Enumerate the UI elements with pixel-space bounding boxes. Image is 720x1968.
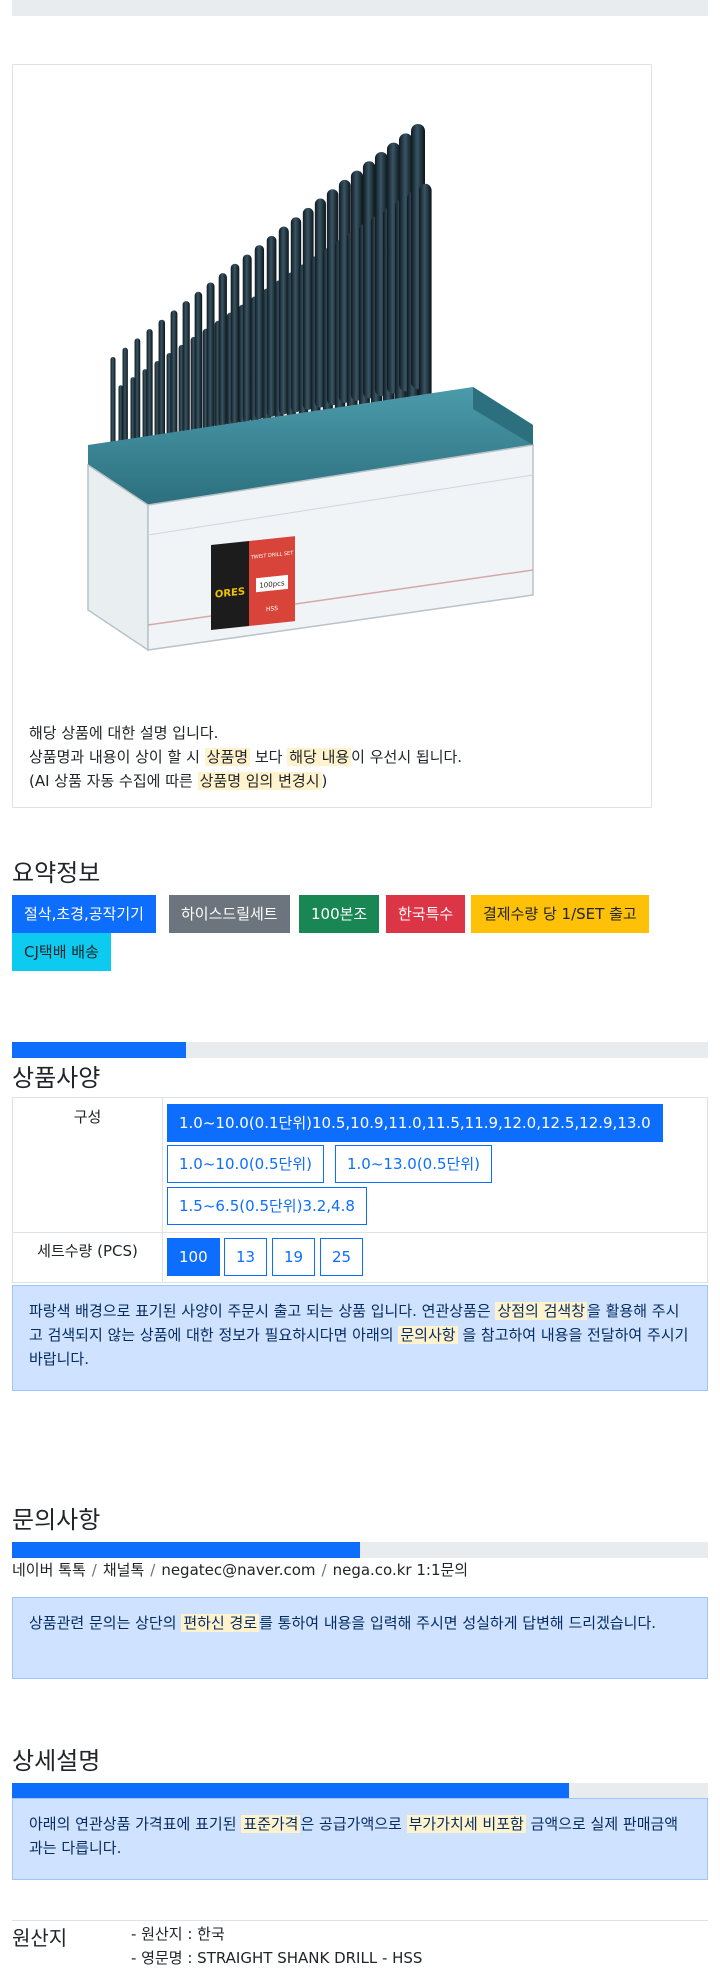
option-composition-1[interactable]: 1.0~10.0(0.1단위)10.5,10.9,11.0,11.5,11.9,…	[167, 1104, 663, 1142]
channel-email[interactable]: negatec@naver.com	[161, 1561, 315, 1579]
spec-progress-fill	[12, 1042, 186, 1058]
origin-divider	[12, 1920, 708, 1921]
origin-line-1: - 원산지 : 한국	[131, 1925, 225, 1943]
drill-bit	[146, 329, 153, 441]
highlight: 상품명 임의 변경시	[197, 772, 322, 790]
option-qty-25[interactable]: 25	[320, 1238, 364, 1276]
badge-order-unit[interactable]: 결제수량 당 1/SET 출고	[471, 895, 649, 933]
highlight: 부가가치세 비포함	[406, 1815, 526, 1833]
badge-set-count[interactable]: 100본조	[299, 895, 380, 933]
drill-bit	[242, 254, 252, 422]
highlight: 상품명	[204, 748, 251, 766]
inquiry-alert: 상품관련 문의는 상단의 편하신 경로 를 통하여 내용을 입력해 주시면 성실하…	[12, 1597, 708, 1679]
drill-bit	[122, 347, 128, 445]
highlight: 해당 내용	[287, 748, 352, 766]
drill-bit	[254, 245, 265, 420]
origin-line-2: - 영문명 : STRAIGHT SHANK DRILL - HSS	[131, 1949, 423, 1967]
inquiry-progress-fill	[12, 1542, 360, 1558]
alert-text: 를 통하여 내용을 입력해 주시면 성실하게 답변해 드리겠습니다.	[259, 1614, 657, 1632]
channel-website-inquiry[interactable]: nega.co.kr 1:1문의	[333, 1561, 469, 1579]
channel-naver-talk[interactable]: 네이버 톡톡	[12, 1561, 86, 1579]
spec-progress	[12, 1042, 708, 1058]
spec-options-composition: 1.0~10.0(0.1단위)10.5,10.9,11.0,11.5,11.9,…	[163, 1098, 707, 1233]
drill-bit	[134, 338, 141, 443]
notice-text: )	[321, 772, 328, 790]
detail-alert: 아래의 연관상품 가격표에 표기된 표준가격 은 공급가액으로 부가가치세 비포함…	[12, 1798, 708, 1880]
drill-bit	[230, 263, 240, 424]
summary-title: 요약정보	[12, 859, 101, 887]
notice-text: 보다	[250, 748, 288, 766]
highlight: 표준가격	[241, 1815, 301, 1833]
drill-bit	[419, 183, 432, 401]
badge-product-type[interactable]: 하이스드릴세트	[169, 895, 290, 933]
drill-bit	[170, 310, 178, 436]
notice-line-1: 해당 상품에 대한 설명 입니다.	[29, 724, 219, 742]
notice-line-3: (AI 상품 자동 수집에 따른 상품명 임의 변경시)	[29, 769, 327, 793]
origin-title: 원산지	[12, 1926, 68, 1950]
notice-text: (AI 상품 자동 수집에 따른	[29, 772, 198, 790]
drill-bit	[110, 357, 116, 447]
badge-shipping[interactable]: CJ택배 배송	[12, 933, 111, 971]
badge-maker[interactable]: 한국특수	[386, 895, 466, 933]
alert-text: 파랑색 배경으로 표기된 사양이 주문시 출고 되는 상품 입니다. 연관상품은	[29, 1302, 496, 1320]
breadcrumb-separator: /	[321, 1561, 327, 1579]
option-composition-2[interactable]: 1.0~10.0(0.5단위)	[167, 1145, 324, 1183]
option-qty-13[interactable]: 13	[224, 1238, 268, 1276]
option-qty-100[interactable]: 100	[167, 1238, 220, 1276]
spec-alert: 파랑색 배경으로 표기된 사양이 주문시 출고 되는 상품 입니다. 연관상품은…	[12, 1285, 708, 1391]
notice-text: 상품명과 내용이 상이 할 시	[29, 748, 205, 766]
drill-bit	[194, 291, 203, 431]
notice-line-2: 상품명과 내용이 상이 할 시 상품명 보다 해당 내용 이 우선시 됩니다.	[29, 745, 462, 769]
alert-text: 은 공급가액으로	[300, 1815, 407, 1833]
option-qty-19[interactable]: 19	[272, 1238, 316, 1276]
top-progress-bar	[12, 0, 708, 16]
breadcrumb-separator: /	[91, 1561, 97, 1579]
option-composition-3[interactable]: 1.0~13.0(0.5단위)	[335, 1145, 492, 1183]
drill-bit	[182, 301, 190, 434]
spec-label-set-qty: 세트수량 (PCS)	[13, 1233, 163, 1282]
spec-options-set-qty: 100 13 19 25	[163, 1233, 707, 1282]
alert-text: 아래의 연관상품 가격표에 표기된	[29, 1815, 242, 1833]
detail-progress	[12, 1783, 708, 1799]
highlight: 편하신 경로	[181, 1614, 260, 1632]
drill-bit	[158, 319, 166, 438]
badge-category[interactable]: 절삭,초경,공작기기	[12, 895, 156, 933]
detail-title: 상세설명	[12, 1747, 101, 1775]
highlight: 문의사항	[398, 1326, 458, 1344]
inquiry-title: 문의사항	[12, 1506, 101, 1534]
alert-text: 상품관련 문의는 상단의	[29, 1614, 182, 1632]
detail-progress-fill	[12, 1783, 569, 1799]
drill-bit	[218, 273, 227, 427]
svg-text:HSS: HSS	[266, 605, 278, 613]
channel-channeltalk[interactable]: 채널톡	[103, 1561, 144, 1579]
spec-label-composition: 구성	[13, 1098, 163, 1233]
summary-badges: 절삭,초경,공작기기 하이스드릴세트 100본조 한국특수 결제수량 당 1/S…	[12, 895, 708, 971]
inquiry-channels: 네이버 톡톡 / 채널톡 / negatec@naver.com / nega.co.kr …	[12, 1559, 468, 1580]
product-image: ORES TWIST DRILL SET 100pcs HSS	[87, 124, 534, 652]
case-label: ORES TWIST DRILL SET 100pcs HSS	[211, 536, 295, 630]
spec-title: 상품사양	[12, 1064, 101, 1092]
breadcrumb-separator: /	[150, 1561, 156, 1579]
drill-bit	[206, 282, 215, 429]
option-composition-4[interactable]: 1.5~6.5(0.5단위)3.2,4.8	[167, 1187, 367, 1225]
inquiry-progress	[12, 1542, 708, 1558]
highlight: 상점의 검색창	[495, 1302, 588, 1320]
spec-table: 구성 1.0~10.0(0.1단위)10.5,10.9,11.0,11.5,11…	[12, 1097, 708, 1283]
product-card: ORES TWIST DRILL SET 100pcs HSS 해당 상품에 대…	[12, 64, 652, 808]
notice-text: 이 우선시 됩니다.	[351, 748, 463, 766]
